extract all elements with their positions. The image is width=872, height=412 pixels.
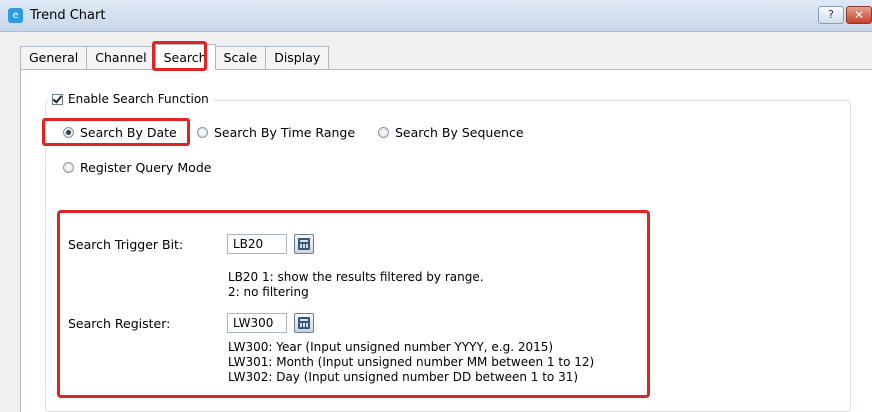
radio-icon[interactable]	[197, 127, 208, 138]
radio-label: Search By Sequence	[395, 125, 524, 140]
close-button[interactable]: ✕	[846, 6, 872, 24]
radio-register-query-mode[interactable]: Register Query Mode	[63, 160, 211, 175]
checkbox-checked-icon[interactable]	[52, 93, 63, 105]
radio-icon[interactable]	[378, 127, 389, 138]
tab-scale[interactable]: Scale	[214, 46, 267, 70]
radio-search-by-time-range[interactable]: Search By Time Range	[197, 125, 355, 140]
tab-display[interactable]: Display	[265, 46, 330, 70]
radio-icon[interactable]	[63, 162, 74, 173]
radio-label: Register Query Mode	[80, 160, 212, 175]
enable-search-checkbox[interactable]: Enable Search Function	[48, 92, 213, 106]
enable-search-label: Enable Search Function	[68, 92, 209, 106]
tab-channel[interactable]: Channel	[86, 46, 156, 70]
radio-label: Search By Time Range	[214, 125, 356, 140]
window-title: Trend Chart	[30, 8, 106, 23]
help-button[interactable]: ?	[818, 6, 844, 24]
search-by-date-highlight	[42, 118, 190, 146]
settings-highlight	[57, 210, 650, 398]
app-icon: e	[8, 8, 23, 23]
radio-search-by-sequence[interactable]: Search By Sequence	[378, 125, 524, 140]
search-tab-highlight	[152, 41, 207, 71]
tab-general[interactable]: General	[20, 46, 88, 70]
title-bar: e Trend Chart ? ✕	[0, 0, 872, 32]
